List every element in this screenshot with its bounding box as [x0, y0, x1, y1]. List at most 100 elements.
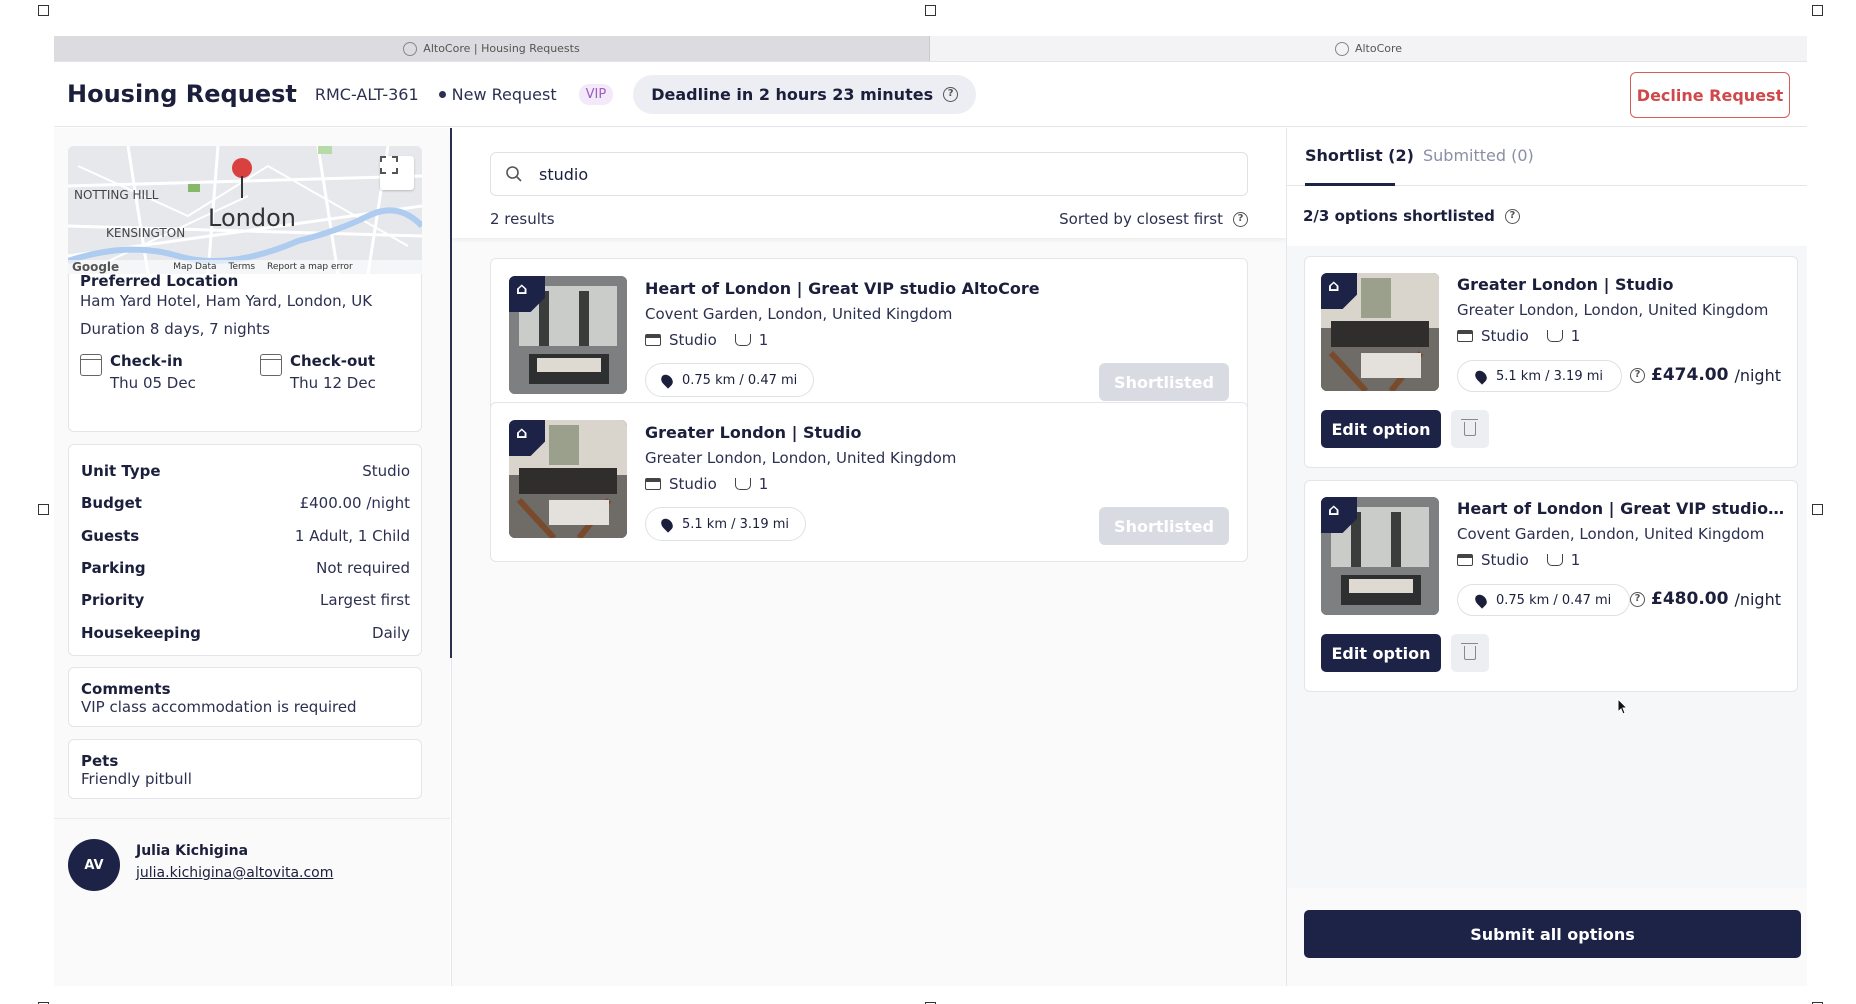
property-photo — [1321, 497, 1439, 615]
property-photo — [1321, 273, 1439, 391]
bed-icon — [1457, 330, 1473, 342]
shortlisted-button[interactable]: Shortlisted — [1099, 507, 1229, 545]
stay-duration: Duration 8 days, 7 nights — [80, 320, 270, 338]
delete-option-button[interactable] — [1451, 634, 1489, 672]
resize-handle-tl[interactable] — [38, 5, 49, 16]
option-price: ? £474.00 /night — [1630, 365, 1781, 385]
shortlisted-button[interactable]: Shortlisted — [1099, 363, 1229, 401]
option-price: ? £480.00 /night — [1630, 589, 1781, 609]
calendar-checkin-icon — [80, 354, 102, 376]
help-icon[interactable]: ? — [1504, 208, 1520, 224]
fullscreen-icon[interactable] — [380, 156, 414, 190]
option-baths: 1 — [1570, 327, 1581, 345]
map-report-link[interactable]: Report a map error — [267, 262, 353, 272]
checkin-date: Thu 05 Dec — [110, 374, 196, 392]
delete-option-button[interactable] — [1451, 410, 1489, 448]
price-value: £480.00 — [1651, 589, 1729, 609]
checkout: Check-out Thu 12 Dec — [260, 352, 440, 392]
map-label-london: London — [208, 204, 296, 232]
pets-heading: Pets — [81, 752, 119, 770]
browser-tab-housing-requests[interactable]: AltoCore | Housing Requests — [54, 36, 930, 61]
result-baths: 1 — [758, 475, 769, 493]
option-unit: Studio — [1481, 551, 1529, 569]
option-meta: Studio 1 — [1457, 327, 1580, 345]
status-text: New Request — [451, 84, 557, 104]
result-meta: Studio 1 — [645, 475, 768, 493]
option-title: Greater London | Studio — [1457, 275, 1674, 294]
preferred-location-address: Ham Yard Hotel, Ham Yard, London, UK — [80, 292, 373, 310]
status-indicator: New Request — [438, 84, 557, 104]
sort-text: Sorted by closest first — [1059, 210, 1223, 228]
deadline-badge: Deadline in 2 hours 23 minutes ? — [633, 74, 977, 114]
assigned-user: AV Julia Kichigina julia.kichigina@altov… — [54, 818, 450, 986]
result-address: Greater London, London, United Kingdom — [645, 449, 957, 467]
submit-all-options-button[interactable]: Submit all options — [1304, 910, 1801, 958]
distance-text: 5.1 km / 3.19 mi — [1496, 368, 1603, 384]
checkout-label: Check-out — [290, 352, 376, 370]
search-input[interactable] — [539, 164, 1219, 184]
user-name: Julia Kichigina — [136, 843, 249, 859]
help-icon[interactable]: ? — [943, 86, 959, 102]
resize-handle-tr[interactable] — [1812, 5, 1823, 16]
search-header: 2 results Sorted by closest first ? — [452, 128, 1286, 238]
requirements-card: Unit Type Studio Budget £400.00 /night Gue… — [68, 444, 422, 656]
browser-tab-bar: AltoCore | Housing Requests AltoCore — [54, 36, 1807, 62]
comments-heading: Comments — [81, 680, 171, 698]
tab-submitted[interactable]: Submitted (0) — [1423, 146, 1534, 165]
altocore-logo-icon — [403, 41, 418, 56]
price-unit: /night — [1734, 589, 1781, 609]
resize-handle-ml[interactable] — [38, 504, 49, 515]
pets-card: Pets Friendly pitbull — [68, 739, 422, 799]
distance-text: 0.75 km / 0.47 mi — [1496, 592, 1612, 608]
result-unit: Studio — [669, 331, 717, 349]
detail-budget: Budget £400.00 /night — [81, 494, 410, 513]
request-id: RMC-ALT-361 — [314, 84, 419, 104]
map-terms-link[interactable]: Terms — [229, 262, 256, 272]
help-icon[interactable]: ? — [1630, 367, 1646, 383]
distance-text: 5.1 km / 3.19 mi — [682, 516, 789, 532]
checkin: Check-in Thu 05 Dec — [80, 352, 260, 392]
shortlist-panel: Shortlist (2) Submitted (0) 2/3 options … — [1287, 128, 1807, 986]
result-baths: 1 — [758, 331, 769, 349]
browser-tab-title: AltoCore — [1354, 42, 1403, 55]
checkin-label: Check-in — [110, 352, 183, 370]
detail-unit-type: Unit Type Studio — [81, 462, 410, 481]
result-card[interactable]: Greater London | Studio Greater London, … — [490, 402, 1248, 562]
mouse-cursor-icon — [1617, 698, 1629, 715]
location-map[interactable]: NOTTING HILL KENSINGTON London Google Ma… — [68, 146, 422, 274]
result-card[interactable]: Heart of London | Great VIP studio AltoC… — [490, 258, 1248, 418]
detail-priority: Priority Largest first — [81, 591, 410, 610]
option-address: Greater London, London, United Kingdom — [1457, 301, 1769, 319]
avatar: AV — [68, 839, 120, 891]
resize-handle-tc[interactable] — [925, 5, 936, 16]
bed-icon — [645, 478, 661, 490]
shortlist-count-text: 2/3 options shortlisted — [1303, 207, 1495, 225]
option-meta: Studio 1 — [1457, 551, 1580, 569]
browser-tab-altocore[interactable]: AltoCore — [930, 36, 1807, 61]
bath-icon — [734, 334, 751, 346]
request-details-panel: NOTTING HILL KENSINGTON London Google Ma… — [54, 128, 450, 986]
price-unit: /night — [1734, 365, 1781, 385]
resize-handle-mr[interactable] — [1812, 504, 1823, 515]
user-email-link[interactable]: julia.kichigina@altovita.com — [136, 865, 333, 881]
search-box[interactable] — [490, 152, 1248, 196]
help-icon[interactable]: ? — [1630, 591, 1646, 607]
option-baths: 1 — [1570, 551, 1581, 569]
page-header: Housing Request RMC-ALT-361 New Request … — [54, 62, 1807, 127]
help-icon[interactable]: ? — [1233, 211, 1248, 227]
app-window: AltoCore | Housing Requests AltoCore Hou… — [54, 36, 1807, 986]
map-data-link[interactable]: Map Data — [173, 262, 216, 272]
shortlist-option-card: Heart of London | Great VIP studio AltoC… — [1304, 480, 1798, 692]
map-pin-icon — [232, 158, 252, 178]
result-title: Heart of London | Great VIP studio AltoC… — [645, 279, 1040, 298]
decline-request-button[interactable]: Decline Request — [1630, 72, 1790, 118]
shortlist-tabs: Shortlist (2) Submitted (0) — [1287, 128, 1807, 186]
trash-icon — [1461, 419, 1478, 436]
edit-option-button[interactable]: Edit option — [1321, 410, 1441, 448]
property-photo — [509, 276, 627, 394]
sort-control[interactable]: Sorted by closest first ? — [1059, 210, 1248, 228]
edit-option-button[interactable]: Edit option — [1321, 634, 1441, 672]
result-title: Greater London | Studio — [645, 423, 862, 442]
distance-pill: 5.1 km / 3.19 mi — [645, 507, 806, 541]
tab-shortlist[interactable]: Shortlist (2) — [1305, 146, 1414, 165]
